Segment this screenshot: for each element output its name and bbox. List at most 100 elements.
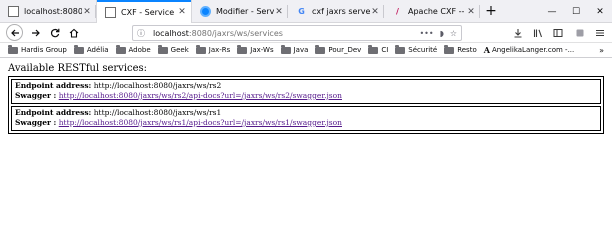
page-actions-button[interactable]: ••• [419,29,433,38]
apache-feather-icon: / [396,7,399,16]
bookmark-label: Jax-Ws [250,46,274,54]
hamburger-menu-icon [596,29,604,37]
new-tab-button[interactable]: + [480,0,502,22]
bookmarks-overflow-button[interactable]: » [599,46,604,55]
bookmark-folder-geek[interactable]: Geek [157,44,189,54]
info-icon[interactable]: ⓘ [137,28,145,39]
bookmark-folder-hardis-group[interactable]: Hardis Group [8,44,67,54]
tab-title: cxf jaxrs server bas [312,7,370,16]
folder-icon [368,44,379,54]
page-heading: Available RESTful services: [8,63,148,74]
globe-icon [200,6,211,17]
swagger-label: Swagger : [15,91,57,100]
sidebar-button[interactable] [550,25,566,41]
bookmark-label: Sécurité [408,46,438,54]
folder-icon [73,44,84,54]
bookmark-folder-securite[interactable]: Sécurité [395,44,438,54]
bookmark-label: Adélia [86,46,109,54]
tab-localhost[interactable]: localhost:8080/jaxrs ✕ [0,0,96,23]
maximize-button[interactable]: ☐ [564,0,588,23]
endpoint-label: Endpoint address: [15,81,92,90]
bookmark-folder-jax-ws[interactable]: Jax-Ws [237,44,274,54]
download-icon [514,29,522,38]
bookmark-label: Geek [170,46,189,54]
minimize-button[interactable]: — [540,0,564,23]
tab-title: localhost:8080/jaxrs [24,7,82,16]
bookmark-label: AngelikaLanger.com -... [491,46,575,54]
services-table: Endpoint address: http://localhost:8080/… [8,76,604,134]
downloads-button[interactable] [510,25,526,41]
library-icon [533,29,543,38]
bookmark-label: Pour_Dev [328,46,362,54]
address-bar[interactable]: ⓘ localhost:8080/jaxrs/ws/services ••• ◗… [132,25,462,41]
url-host: localhost [153,28,189,38]
table-row: Endpoint address: http://localhost:8080/… [11,79,601,104]
tab-google-search[interactable]: G cxf jaxrs server bas ✕ [288,0,384,23]
swagger-line: Swagger : http://localhost:8080/jaxrs/ws… [15,118,597,128]
reload-button[interactable] [47,25,63,41]
tab-separator [479,5,480,18]
endpoint-address: http://localhost:8080/jaxrs/ws/rs2 [93,81,222,90]
service-cell: Endpoint address: http://localhost:8080/… [11,106,601,131]
swagger-link[interactable]: http://localhost:8080/jaxrs/ws/rs2/api-d… [59,91,342,100]
bookmark-label: CI [381,46,389,54]
swagger-link[interactable]: http://localhost:8080/jaxrs/ws/rs1/api-d… [59,118,342,127]
bookmark-star-icon[interactable]: ☆ [450,29,457,38]
puzzle-icon [576,29,584,37]
home-button[interactable] [66,25,82,41]
reload-icon [50,28,60,38]
folder-icon [115,44,126,54]
folder-icon [444,44,455,54]
bookmark-folder-java[interactable]: Java [280,44,309,54]
folder-icon [237,44,248,54]
tab-modifier-services[interactable]: Modifier - Services ✕ [192,0,288,23]
close-window-button[interactable]: ✕ [588,0,612,23]
close-tab-icon[interactable]: ✕ [370,7,380,17]
endpoint-line: Endpoint address: http://localhost:8080/… [15,108,597,118]
tab-cxf-service-list[interactable]: CXF - Service list ✕ [96,0,192,24]
back-button[interactable] [6,24,23,41]
close-tab-icon[interactable]: ✕ [466,7,476,17]
swagger-line: Swagger : http://localhost:8080/jaxrs/ws… [15,91,597,101]
bookmark-folder-jax-rs[interactable]: Jax-Rs [195,44,231,54]
service-cell: Endpoint address: http://localhost:8080/… [11,79,601,104]
arrow-left-icon [10,29,19,36]
url-text[interactable]: localhost:8080/jaxrs/ws/services [153,29,413,38]
library-button[interactable] [530,25,546,41]
page-icon [105,6,116,18]
bookmark-folder-resto[interactable]: Resto [444,44,477,54]
tab-apache-cxf[interactable]: / Apache CXF -- JAX ✕ [384,0,480,23]
bookmark-label: Jax-Rs [208,46,231,54]
bookmark-folder-adobe[interactable]: Adobe [115,44,151,54]
page-content: Available RESTful services: Endpoint add… [0,59,612,250]
page-icon [8,6,19,17]
sidebar-icon [553,29,563,37]
endpoint-line: Endpoint address: http://localhost:8080/… [15,81,597,91]
bookmark-label: Java [293,46,309,54]
folder-icon [395,44,406,54]
extension-button[interactable] [572,25,588,41]
bookmark-angelikalanger[interactable]: A AngelikaLanger.com -... [484,45,575,55]
tab-title: Modifier - Services [216,7,274,16]
endpoint-address: http://localhost:8080/jaxrs/ws/rs1 [93,108,222,117]
forward-button[interactable] [28,25,44,41]
menu-button[interactable] [592,25,608,41]
bookmark-folder-pour-dev[interactable]: Pour_Dev [315,44,362,54]
pocket-icon[interactable]: ◗ [440,29,444,38]
close-tab-icon[interactable]: ✕ [177,7,187,17]
bookmarks-toolbar: Hardis Group Adélia Adobe Geek Jax-Rs Ja… [0,43,612,58]
url-path: :8080/jaxrs/ws/services [188,28,283,38]
endpoint-label: Endpoint address: [15,108,92,117]
bookmark-folder-ci[interactable]: CI [368,44,389,54]
folder-icon [157,44,168,54]
folder-icon [8,44,18,54]
tab-title: Apache CXF -- JAX [408,7,466,16]
tab-strip: localhost:8080/jaxrs ✕ CXF - Service lis… [0,0,612,24]
close-tab-icon[interactable]: ✕ [82,7,92,17]
bookmark-folder-adelia[interactable]: Adélia [73,44,109,54]
bookmark-label: Adobe [128,46,151,54]
arrow-right-icon [32,29,40,37]
swagger-label: Swagger : [15,118,57,127]
close-tab-icon[interactable]: ✕ [274,7,284,17]
tab-title: CXF - Service list [121,7,177,17]
